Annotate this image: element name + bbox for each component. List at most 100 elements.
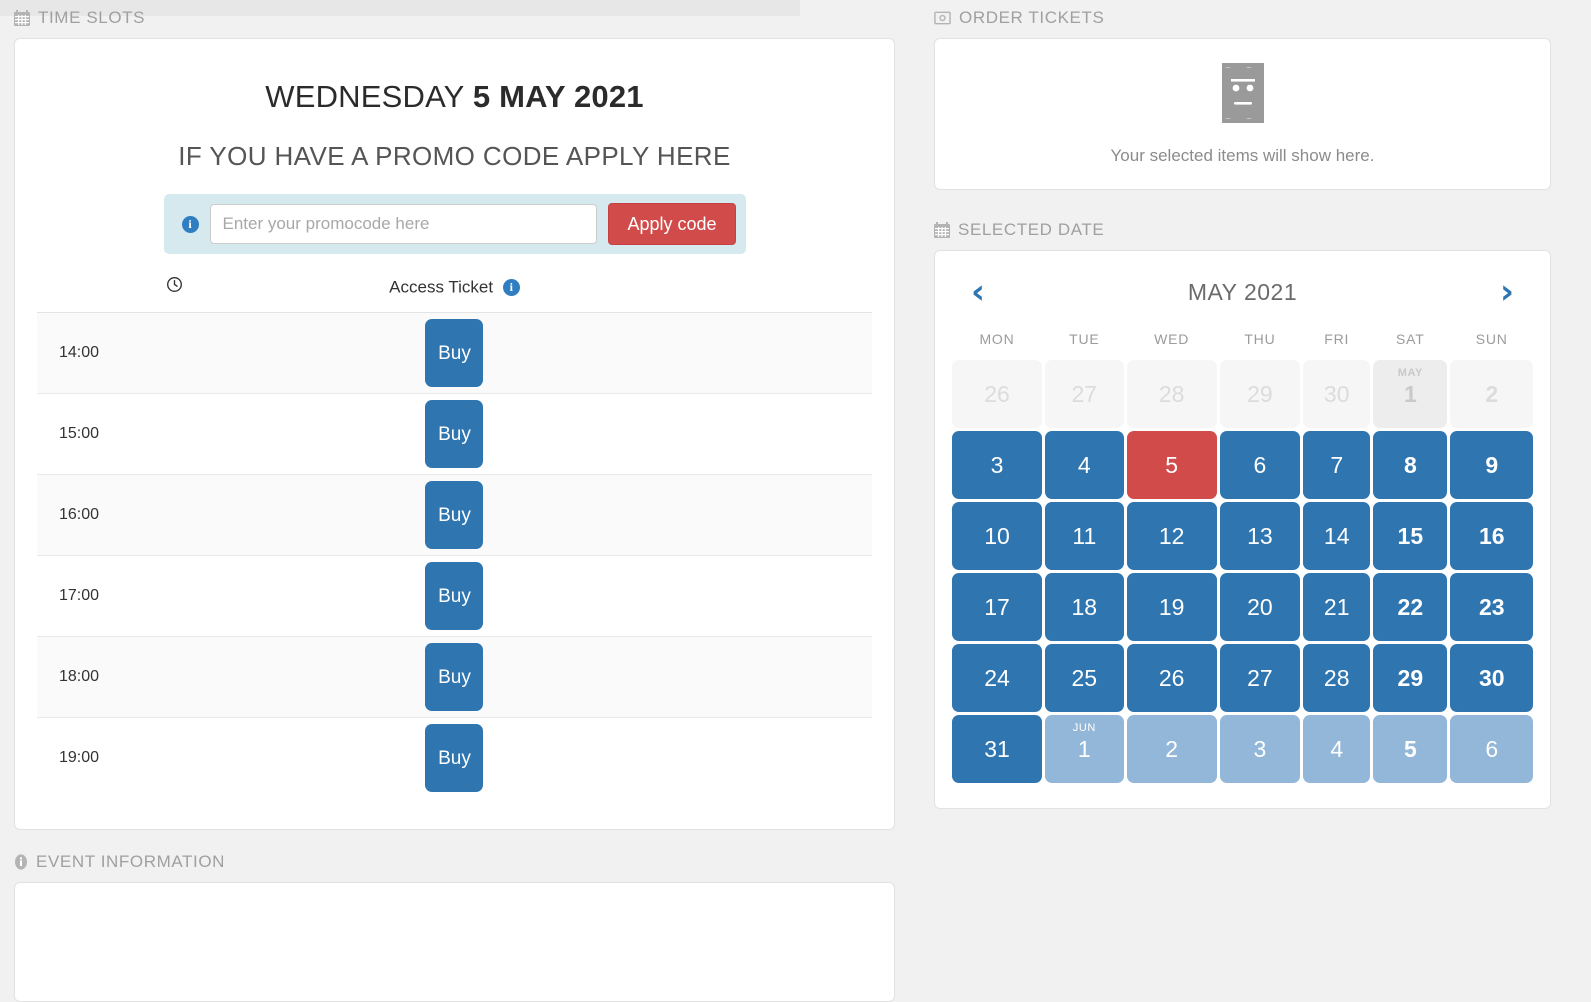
calendar-day-number: 30 <box>1478 664 1505 691</box>
calendar-header: ‹ MAY 2021 › <box>949 269 1536 309</box>
buy-button[interactable]: Buy <box>425 562 484 630</box>
calendar-day-10[interactable]: 10 <box>952 502 1042 570</box>
time-slots-table: Access Ticket i 14:00 Buy 15:00 Buy 16:00 Buy… <box>37 276 872 799</box>
calendar-day-number: 3 <box>1253 735 1267 762</box>
calendar-day-28[interactable]: 28 <box>1303 644 1371 712</box>
calendar-day-2: 2 <box>1450 360 1533 428</box>
calendar-day-25[interactable]: 25 <box>1044 644 1124 712</box>
calendar-day-20[interactable]: 20 <box>1219 573 1301 641</box>
calendar-day-13[interactable]: 13 <box>1219 502 1301 570</box>
calendar-day-7[interactable]: 7 <box>1303 431 1371 499</box>
calendar-day-number: 13 <box>1247 522 1273 549</box>
calendar-day-24[interactable]: 24 <box>952 644 1042 712</box>
calendar-weekday-sun: SUN <box>1475 331 1508 347</box>
time-column-header <box>37 276 313 313</box>
slot-time: 19:00 <box>59 749 100 767</box>
calendar-day-number: 26 <box>1158 664 1185 691</box>
next-month-button[interactable]: › <box>1492 275 1522 309</box>
calendar-weekday-fri: FRI <box>1324 331 1350 347</box>
calendar-day-27[interactable]: 27 <box>1219 644 1301 712</box>
selected-date-heading-label: SELECTED DATE <box>958 220 1105 239</box>
calendar-day-29[interactable]: 29 <box>1373 644 1448 712</box>
calendar-day-26[interactable]: 26 <box>1126 644 1217 712</box>
calendar-day-number: 5 <box>1403 735 1417 762</box>
calendar-day-8[interactable]: 8 <box>1373 431 1448 499</box>
calendar-day-4[interactable]: 4 <box>1044 431 1124 499</box>
calendar-day-6[interactable]: 6 <box>1219 431 1301 499</box>
calendar-day-number: 4 <box>1330 735 1344 762</box>
table-row: 19:00 Buy <box>37 718 872 799</box>
calendar-day-12[interactable]: 12 <box>1126 502 1217 570</box>
buy-button[interactable]: Buy <box>425 724 484 793</box>
calendar-month-tag: MAY <box>1397 367 1423 379</box>
right-column: ORDER TICKETS Your selected items will s… <box>920 0 1591 954</box>
calendar-day-3[interactable]: 3 <box>952 431 1042 499</box>
calendar-day-number: 17 <box>984 593 1010 620</box>
calendar-day-number: 2 <box>1485 380 1499 407</box>
calendar-day-18[interactable]: 18 <box>1044 573 1124 641</box>
calendar-day-21[interactable]: 21 <box>1303 573 1371 641</box>
calendar-day-23[interactable]: 23 <box>1450 573 1533 641</box>
calendar-day-2[interactable]: 2 <box>1126 715 1217 783</box>
calendar-day-15[interactable]: 15 <box>1373 502 1448 570</box>
calendar-day-22[interactable]: 22 <box>1373 573 1448 641</box>
promocode-input[interactable] <box>209 204 598 244</box>
calendar-day-number: 23 <box>1478 593 1505 620</box>
buy-button[interactable]: Buy <box>425 481 484 549</box>
calendar-day-number: 14 <box>1323 522 1350 549</box>
slot-buy-cell: Buy <box>312 555 597 637</box>
calendar-day-number: 25 <box>1071 664 1098 691</box>
slot-time: 18:00 <box>37 636 313 718</box>
time-slots-heading: TIME SLOTS <box>14 0 895 36</box>
calendar-day-number: 29 <box>1247 380 1273 407</box>
event-information-card <box>14 881 895 1002</box>
calendar-week-row: 26 27 28 29 30 MAY 1 2 <box>952 360 1533 428</box>
calendar-day-19[interactable]: 19 <box>1126 573 1217 641</box>
calendar-day-31[interactable]: 31 <box>952 715 1042 783</box>
calendar-day-17[interactable]: 17 <box>952 573 1042 641</box>
calendar-day-5[interactable]: 5 <box>1373 715 1448 783</box>
calendar-week-row: 10 11 12 13 14 15 16 <box>952 502 1533 570</box>
calendar-day-number: 30 <box>1323 380 1350 407</box>
table-row: 16:00 Buy <box>37 474 872 556</box>
calendar-day-14[interactable]: 14 <box>1303 502 1371 570</box>
calendar-day-number: 6 <box>1485 735 1499 762</box>
calendar-week-row: 31 JUN 1 2 3 4 5 6 <box>952 715 1533 783</box>
prev-month-button[interactable]: ‹ <box>963 275 993 309</box>
spacer-column-header <box>596 276 872 313</box>
calendar-day-16[interactable]: 16 <box>1450 502 1533 570</box>
calendar-day-6[interactable]: 6 <box>1450 715 1533 783</box>
slot-time: 15:00 <box>37 393 313 475</box>
calendar-day-number: 1 <box>1403 380 1417 407</box>
order-tickets-empty-text: Your selected items will show here. <box>1110 145 1375 165</box>
slot-spacer-cell <box>596 555 872 637</box>
calendar-weekday-wed: WED <box>1154 331 1190 347</box>
event-information-heading-label: EVENT INFORMATION <box>36 851 226 871</box>
calendar-day-number: 11 <box>1072 522 1097 549</box>
buy-button[interactable]: Buy <box>425 319 484 387</box>
ticket-column-label: Access Ticket <box>389 277 494 297</box>
calendar-week-row: 24 25 26 27 28 29 30 <box>952 644 1533 712</box>
calendar-day-number: 29 <box>1397 664 1424 691</box>
calendar-day-3[interactable]: 3 <box>1219 715 1301 783</box>
buy-button[interactable]: Buy <box>425 400 484 468</box>
calendar-day-number: 26 <box>984 380 1010 407</box>
table-row: 14:00 Buy <box>37 312 872 394</box>
calendar-day-4[interactable]: 4 <box>1303 715 1371 783</box>
calendar-day-30[interactable]: 30 <box>1450 644 1533 712</box>
calendar-day-number: 15 <box>1397 522 1424 549</box>
calendar-day-5[interactable]: 5 <box>1126 431 1217 499</box>
calendar-card: ‹ MAY 2021 › MON TUE WED THU FRI SAT SUN 26 27 2… <box>934 250 1551 809</box>
info-icon: i <box>502 278 520 296</box>
slot-buy-cell: Buy <box>312 474 597 556</box>
buy-button[interactable]: Buy <box>425 643 484 711</box>
calendar-day-11[interactable]: 11 <box>1044 502 1124 570</box>
apply-code-button[interactable]: Apply code <box>608 203 736 245</box>
calendar-day-number: 6 <box>1253 451 1267 478</box>
calendar-day-number: 21 <box>1323 593 1350 620</box>
calendar-day-26: 26 <box>952 360 1042 428</box>
calendar-day-9[interactable]: 9 <box>1450 431 1533 499</box>
calendar-day-27: 27 <box>1044 360 1124 428</box>
calendar-day-1[interactable]: JUN 1 <box>1044 715 1124 783</box>
slot-buy-cell: Buy <box>312 636 597 718</box>
